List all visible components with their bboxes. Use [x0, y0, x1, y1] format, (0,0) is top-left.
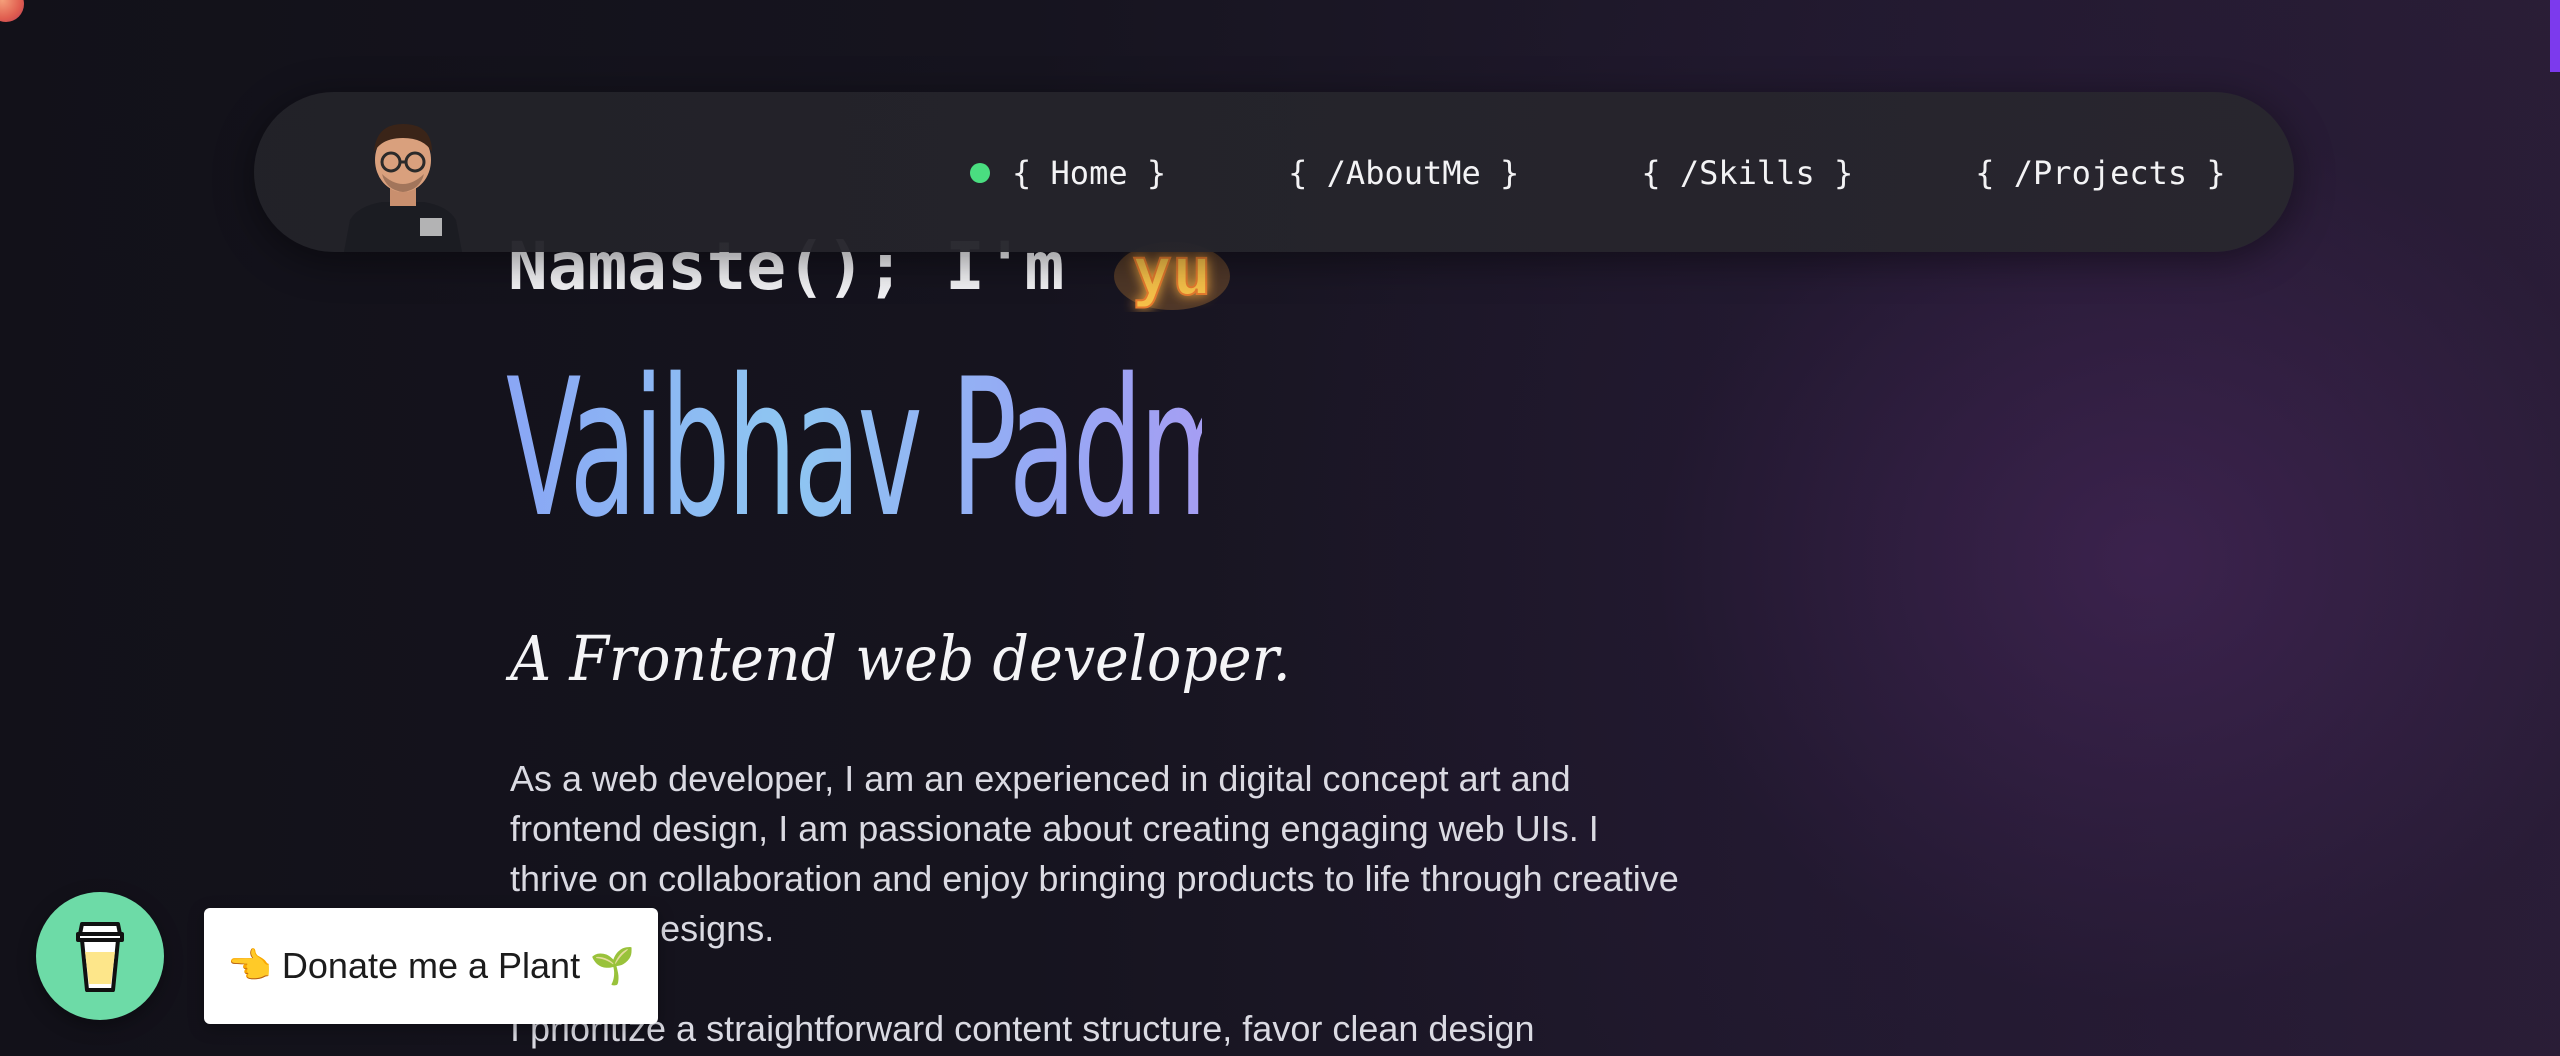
- nav-home[interactable]: { Home }: [970, 154, 1166, 192]
- hero-tagline: A Frontend web developer.: [510, 622, 1291, 695]
- avatar-icon[interactable]: [336, 112, 470, 252]
- about-paragraph: As a web developer, I am an experienced …: [510, 758, 1679, 949]
- status-dot-icon: [970, 163, 990, 183]
- buy-me-coffee-button[interactable]: [36, 892, 164, 1020]
- nav-skills[interactable]: { /Skills }: [1641, 154, 1853, 192]
- hero-name: Vaibhav Padmani.: [506, 334, 1436, 564]
- about-paragraph: I prioritize a straightforward content s…: [510, 1008, 1535, 1049]
- nav-home-label[interactable]: { Home }: [1012, 154, 1166, 192]
- nav-projects[interactable]: { /Projects }: [1975, 154, 2225, 192]
- nav-aboutme-label[interactable]: { /AboutMe }: [1288, 154, 1519, 192]
- nav-skills-label[interactable]: { /Skills }: [1641, 154, 1853, 192]
- nav-projects-label[interactable]: { /Projects }: [1975, 154, 2225, 192]
- donate-plant-link[interactable]: 👈 Donate me a Plant 🌱: [204, 908, 658, 1024]
- nav-links: { Home } { /AboutMe } { /Skills } { /Pro…: [970, 148, 2230, 198]
- about-text: As a web developer, I am an experienced …: [510, 754, 1690, 1056]
- scroll-progress-indicator: [2550, 0, 2560, 72]
- coffee-cup-icon: [76, 922, 124, 992]
- nav-aboutme[interactable]: { /AboutMe }: [1288, 154, 1519, 192]
